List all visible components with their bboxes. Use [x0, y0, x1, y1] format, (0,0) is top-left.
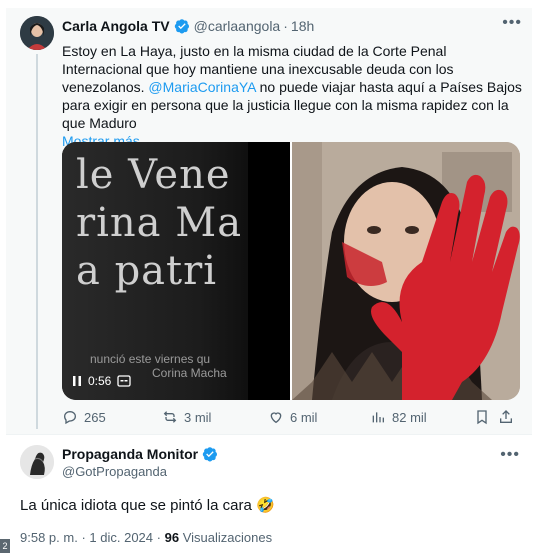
post-time[interactable]: 18h — [291, 18, 314, 34]
photo-illustration — [292, 142, 520, 400]
analytics-icon — [372, 412, 384, 423]
share-button[interactable] — [498, 409, 518, 425]
video-overlay-text-3: a patri — [76, 248, 218, 294]
bookmark-icon — [477, 410, 487, 425]
tweet-actions: 265 3 mil 6 mil 82 mil — [62, 406, 522, 428]
author-name[interactable]: Carla Angola TV — [62, 18, 170, 34]
reply-author-handle[interactable]: @GotPropaganda — [62, 464, 167, 479]
author-avatar[interactable] — [20, 16, 54, 50]
photo-red-hand[interactable] — [292, 142, 520, 400]
quoted-tweet[interactable]: Carla Angola TV @carlaangola · 18h ••• E… — [6, 8, 532, 435]
video-duration: 0:56 — [88, 374, 112, 388]
reply-count: 265 — [84, 409, 106, 425]
quoted-header: Carla Angola TV @carlaangola · 18h — [62, 18, 314, 34]
author-handle[interactable]: @carlaangola — [194, 18, 281, 34]
like-count: 6 mil — [290, 409, 318, 425]
thread-line — [36, 54, 38, 429]
tweet-text: Estoy en La Haya, justo en la misma ciud… — [62, 42, 524, 150]
date-separator: · — [81, 530, 86, 545]
video-overlay-text-2: rina Ma — [76, 200, 243, 246]
reply-author-avatar[interactable] — [20, 445, 54, 479]
video-controls: 0:56 — [72, 374, 132, 388]
repost-icon — [163, 411, 177, 423]
captions-icon[interactable] — [117, 375, 132, 387]
video-thumbnail[interactable]: le Vene rina Ma a patri nunció este vier… — [62, 142, 290, 400]
reply-button[interactable]: 265 — [62, 409, 162, 425]
views-separator: · — [156, 530, 161, 545]
video-caption-text-2: Corina Macha — [152, 366, 227, 380]
corner-badge: 2 — [0, 539, 10, 553]
media-grid: le Vene rina Ma a patri nunció este vier… — [62, 142, 520, 400]
reply-header: Propaganda Monitor — [62, 446, 222, 462]
reply-time[interactable]: 9:58 p. m. — [20, 530, 78, 545]
reply-more-options-icon[interactable]: ••• — [500, 446, 520, 464]
heart-icon — [270, 412, 282, 424]
share-icon — [500, 410, 512, 423]
view-count: 82 mil — [392, 409, 427, 425]
video-overlay-text-1: le Vene — [76, 152, 231, 198]
views-button[interactable]: 82 mil — [370, 409, 474, 425]
reply-author-name[interactable]: Propaganda Monitor — [62, 446, 198, 462]
pause-icon[interactable] — [72, 375, 82, 387]
bookmark-button[interactable] — [474, 409, 498, 425]
more-options-icon[interactable]: ••• — [502, 14, 522, 32]
time-separator: · — [283, 18, 288, 34]
repost-button[interactable]: 3 mil — [162, 409, 268, 425]
like-button[interactable]: 6 mil — [268, 409, 370, 425]
mention-link[interactable]: @MariaCorinaYA — [148, 79, 255, 95]
reply-views-count: 96 — [164, 530, 180, 545]
repost-count: 3 mil — [184, 409, 212, 425]
video-caption-text-1: nunció este viernes qu — [90, 352, 211, 366]
reply-date[interactable]: 1 dic. 2024 — [89, 530, 153, 545]
verified-icon — [202, 447, 218, 462]
reply-text: La única idiota que se pintó la cara 🤣 — [20, 497, 275, 514]
reply-views-label: Visualizaciones — [182, 530, 273, 545]
reply-icon — [63, 410, 77, 425]
verified-icon — [174, 19, 189, 34]
reply-meta: 9:58 p. m. · 1 dic. 2024 · 96 Visualizac… — [20, 530, 272, 545]
